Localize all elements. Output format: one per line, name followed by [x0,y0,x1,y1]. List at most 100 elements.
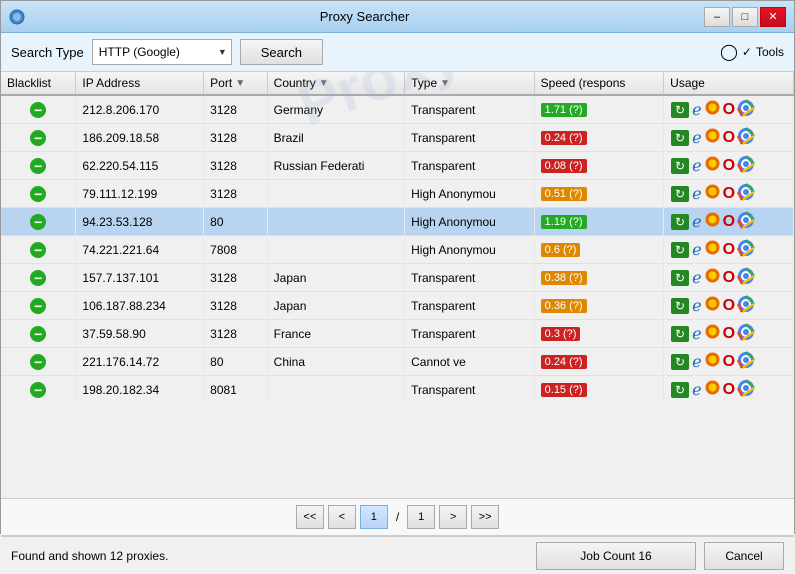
action-icon[interactable]: ↻ [670,353,690,371]
firefox-icon[interactable] [704,323,721,344]
blacklist-minus-icon[interactable]: − [30,186,46,202]
firefox-icon[interactable] [704,295,721,316]
opera-icon[interactable]: O [723,381,735,399]
table-row[interactable]: −186.209.18.583128BrazilTransparent0.24 … [1,124,794,152]
ie-icon[interactable]: ℯ [692,380,701,400]
blacklist-minus-icon[interactable]: − [30,242,46,258]
opera-icon[interactable]: O [723,241,735,259]
chrome-icon[interactable] [737,183,755,204]
opera-icon[interactable]: O [723,325,735,343]
app-icon [9,9,25,25]
last-page-button[interactable]: >> [471,505,499,529]
blacklist-minus-icon[interactable]: − [30,102,46,118]
current-page-button[interactable]: 1 [360,505,388,529]
table-row[interactable]: −157.7.137.1013128JapanTransparent0.38 (… [1,264,794,292]
firefox-icon[interactable] [704,379,721,400]
table-row[interactable]: −94.23.53.12880High Anonymou1.19 (?)↻ℯO [1,208,794,236]
maximize-button[interactable]: □ [732,7,758,27]
chrome-icon[interactable] [737,351,755,372]
country-cell: Russian Federati [267,152,404,180]
ie-icon[interactable]: ℯ [692,352,701,372]
opera-icon[interactable]: O [723,129,735,147]
chrome-icon[interactable] [737,211,755,232]
ie-icon[interactable]: ℯ [692,212,701,232]
blacklist-minus-icon[interactable]: − [30,130,46,146]
ie-icon[interactable]: ℯ [692,240,701,260]
table-row[interactable]: −37.59.58.903128FranceTransparent0.3 (?)… [1,320,794,348]
action-icon[interactable]: ↻ [670,213,690,231]
opera-icon[interactable]: O [723,101,735,119]
action-icon[interactable]: ↻ [670,157,690,175]
chrome-icon[interactable] [737,379,755,400]
total-pages-button[interactable]: 1 [407,505,435,529]
action-icon[interactable]: ↻ [670,269,690,287]
opera-icon[interactable]: O [723,213,735,231]
chrome-icon[interactable] [737,127,755,148]
table-row[interactable]: −106.187.88.2343128JapanTransparent0.36 … [1,292,794,320]
blacklist-minus-icon[interactable]: − [30,298,46,314]
firefox-icon[interactable] [704,155,721,176]
port-filter-icon[interactable]: ▼ [235,78,245,89]
opera-icon[interactable]: O [723,297,735,315]
action-icon[interactable]: ↻ [670,185,690,203]
blacklist-minus-icon[interactable]: − [30,382,46,398]
firefox-icon[interactable] [704,183,721,204]
table-row[interactable]: −74.221.221.647808High Anonymou0.6 (?)↻ℯ… [1,236,794,264]
minimize-button[interactable]: – [704,7,730,27]
cancel-button[interactable]: Cancel [704,542,784,570]
action-icon[interactable]: ↻ [670,297,690,315]
action-icon[interactable]: ↻ [670,325,690,343]
search-type-select[interactable]: HTTP (Google) HTTPS (Google) SOCKS4 SOCK… [92,39,232,65]
table-row[interactable]: −62.220.54.1153128Russian FederatiTransp… [1,152,794,180]
chrome-icon[interactable] [737,239,755,260]
prev-page-button[interactable]: < [328,505,356,529]
firefox-icon[interactable] [704,127,721,148]
blacklist-minus-icon[interactable]: − [30,158,46,174]
chrome-icon[interactable] [737,155,755,176]
close-button[interactable]: ✕ [760,7,786,27]
action-icon[interactable]: ↻ [670,381,690,399]
ie-icon[interactable]: ℯ [692,128,701,148]
country-filter-icon[interactable]: ▼ [319,78,329,89]
table-row[interactable]: −198.20.182.348081Transparent0.15 (?)↻ℯO [1,376,794,403]
firefox-icon[interactable] [704,99,721,120]
firefox-icon[interactable] [704,267,721,288]
ip-cell: 37.59.58.90 [76,320,204,348]
chrome-icon[interactable] [737,295,755,316]
ie-icon[interactable]: ℯ [692,184,701,204]
ie-icon[interactable]: ℯ [692,156,701,176]
type-filter-icon[interactable]: ▼ [440,78,450,89]
speed-cell: 0.38 (?) [534,264,664,292]
opera-icon[interactable]: O [723,353,735,371]
chrome-icon[interactable] [737,99,755,120]
col-speed: Speed (respons [534,72,664,95]
ie-icon[interactable]: ℯ [692,100,701,120]
job-count-button[interactable]: Job Count 16 [536,542,696,570]
ie-icon[interactable]: ℯ [692,324,701,344]
opera-icon[interactable]: O [723,157,735,175]
ie-icon[interactable]: ℯ [692,296,701,316]
action-icon[interactable]: ↻ [670,129,690,147]
opera-icon[interactable]: O [723,185,735,203]
tools-button[interactable]: Tools [756,45,784,59]
table-row[interactable]: −79.111.12.1993128High Anonymou0.51 (?)↻… [1,180,794,208]
table-scroll-area[interactable]: Blacklist IP Address Port▼ Country▼ Type… [1,72,794,402]
search-button[interactable]: Search [240,39,323,65]
chrome-icon[interactable] [737,323,755,344]
blacklist-minus-icon[interactable]: − [30,270,46,286]
firefox-icon[interactable] [704,351,721,372]
action-icon[interactable]: ↻ [670,241,690,259]
ie-icon[interactable]: ℯ [692,268,701,288]
firefox-icon[interactable] [704,211,721,232]
firefox-icon[interactable] [704,239,721,260]
blacklist-minus-icon[interactable]: − [30,214,46,230]
first-page-button[interactable]: << [296,505,324,529]
opera-icon[interactable]: O [723,269,735,287]
chrome-icon[interactable] [737,267,755,288]
table-row[interactable]: −221.176.14.7280ChinaCannot ve0.24 (?)↻ℯ… [1,348,794,376]
table-row[interactable]: −212.8.206.1703128GermanyTransparent1.71… [1,95,794,124]
action-icon[interactable]: ↻ [670,101,690,119]
blacklist-minus-icon[interactable]: − [30,354,46,370]
next-page-button[interactable]: > [439,505,467,529]
blacklist-minus-icon[interactable]: − [30,326,46,342]
